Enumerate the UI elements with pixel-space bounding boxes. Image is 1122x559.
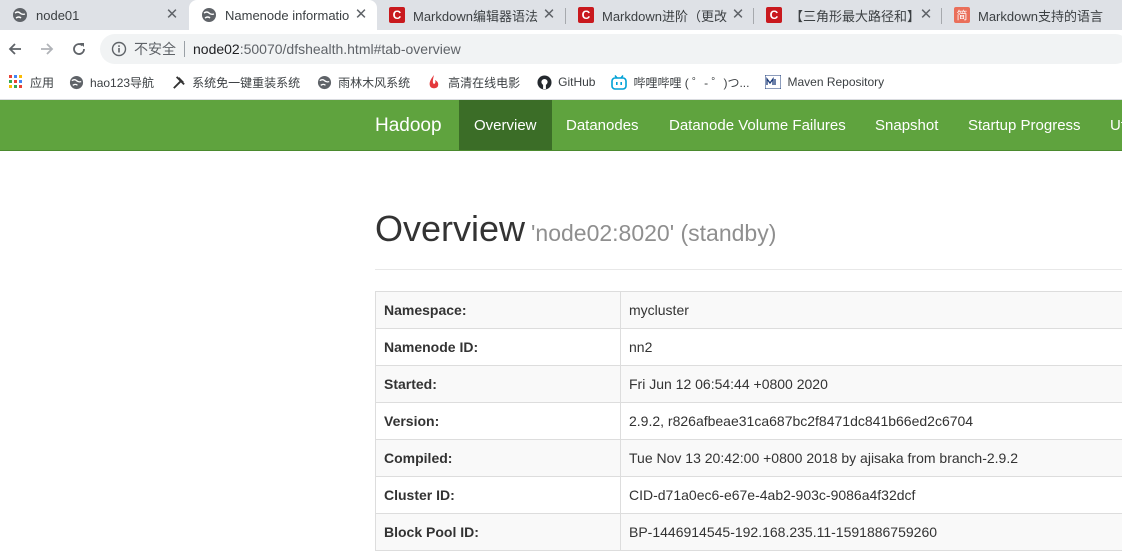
table-row: Block Pool ID: BP-1446914545-192.168.235.… bbox=[375, 513, 1122, 551]
address-bar[interactable]: 不安全 node02:50070/dfshealth.html#tab-over… bbox=[100, 34, 1122, 64]
url-path: :50070/dfshealth.html#tab-overview bbox=[239, 41, 461, 57]
bookmark-label: 哔哩哔哩 ( ゜- ゜)つ... bbox=[633, 75, 750, 90]
browser-toolbar: 不安全 node02:50070/dfshealth.html#tab-over… bbox=[0, 30, 1122, 68]
navbar-brand[interactable]: Hadoop bbox=[375, 100, 442, 150]
security-status: 不安全 bbox=[134, 41, 176, 57]
bookmark-bilibili[interactable]: 哔哩哔哩 ( ゜- ゜)つ... bbox=[611, 74, 749, 91]
overview-table: Namespace: mycluster Namenode ID: nn2 Star… bbox=[375, 291, 1122, 551]
row-key: Cluster ID: bbox=[375, 476, 621, 514]
browser-tab-markdown-advanced[interactable]: C Markdown进阶（更改 ✕ bbox=[566, 0, 754, 30]
nav-overview[interactable]: Overview bbox=[459, 100, 552, 150]
github-icon bbox=[536, 74, 552, 90]
url-host: node02 bbox=[193, 41, 240, 57]
close-icon[interactable]: ✕ bbox=[353, 7, 369, 23]
tab-title: node01 bbox=[36, 7, 80, 23]
tool-icon bbox=[170, 74, 186, 90]
browser-tab-markdown-syntax[interactable]: C Markdown编辑器语法 ✕ bbox=[377, 0, 565, 30]
row-value: Tue Nov 13 20:42:00 +0800 2018 by ajisak… bbox=[620, 439, 1122, 477]
row-value: mycluster bbox=[620, 291, 1122, 329]
close-icon[interactable]: ✕ bbox=[918, 7, 934, 23]
row-key: Started: bbox=[375, 365, 621, 403]
nav-datanode-volume-failures[interactable]: Datanode Volume Failures bbox=[654, 100, 861, 150]
bookmark-github[interactable]: GitHub bbox=[536, 74, 595, 90]
bookmark-label: 高清在线电影 bbox=[448, 75, 521, 90]
bookmark-label: hao123导航 bbox=[90, 75, 155, 90]
table-row: Namespace: mycluster bbox=[375, 291, 1122, 329]
row-value: Fri Jun 12 06:54:44 +0800 2020 bbox=[620, 365, 1122, 403]
overview-subtitle: 'node02:8020' (standby) bbox=[531, 220, 777, 246]
table-row: Started: Fri Jun 12 06:54:44 +0800 2020 bbox=[375, 365, 1122, 403]
bookmark-label: Maven Repository bbox=[787, 75, 885, 89]
table-row: Namenode ID: nn2 bbox=[375, 328, 1122, 366]
bookmarks-bar: 应用 hao123导航 系统免一键重装系统 雨林木风系统 高清在线电影 GitH… bbox=[0, 68, 1122, 96]
bookmark-hao123[interactable]: hao123导航 bbox=[68, 74, 154, 91]
globe-icon bbox=[68, 74, 84, 90]
row-key: Namenode ID: bbox=[375, 328, 621, 366]
tab-title: Namenode informatio bbox=[225, 7, 350, 23]
table-row: Version: 2.9.2, r826afbeae31ca687bc2f8471… bbox=[375, 402, 1122, 440]
close-icon[interactable]: ✕ bbox=[541, 7, 557, 23]
bookmark-label: 应用 bbox=[30, 75, 55, 90]
bookmark-reinstall-system[interactable]: 系统免一键重装系统 bbox=[170, 74, 300, 91]
maven-icon bbox=[765, 74, 782, 90]
browser-tab-markdown-languages[interactable]: 简 Markdown支持的语言 bbox=[942, 0, 1122, 30]
browser-tab-node01[interactable]: node01 ✕ bbox=[0, 0, 188, 30]
row-value: nn2 bbox=[620, 328, 1122, 366]
bookmark-label: GitHub bbox=[558, 75, 596, 89]
bookmark-label: 系统免一键重装系统 bbox=[192, 75, 301, 90]
row-value: CID-d71a0ec6-e67e-4ab2-903c-9086a4f32dcf bbox=[620, 476, 1122, 514]
row-key: Namespace: bbox=[375, 291, 621, 329]
row-key: Compiled: bbox=[375, 439, 621, 477]
browser-tab-triangle-path[interactable]: C 【三角形最大路径和】 ✕ bbox=[754, 0, 942, 30]
jianshu-icon: 简 bbox=[954, 7, 970, 23]
row-value: BP-1446914545-192.168.235.11-15918867592… bbox=[620, 513, 1122, 551]
tab-title: Markdown编辑器语法 bbox=[413, 8, 538, 24]
back-arrow-icon[interactable] bbox=[3, 37, 27, 61]
bookmark-ylmf[interactable]: 雨林木风系统 bbox=[316, 74, 410, 91]
nav-utilities[interactable]: Ut bbox=[1095, 100, 1122, 150]
close-icon[interactable]: ✕ bbox=[730, 7, 746, 23]
browser-tab-namenode-information[interactable]: Namenode informatio ✕ bbox=[189, 0, 377, 30]
table-row: Cluster ID: CID-d71a0ec6-e67e-4ab2-903c-9… bbox=[375, 476, 1122, 514]
close-icon[interactable]: ✕ bbox=[164, 7, 180, 23]
divider bbox=[375, 269, 1122, 270]
bookmark-hd-movies[interactable]: 高清在线电影 bbox=[426, 74, 520, 91]
apps-grid-icon bbox=[8, 74, 24, 90]
divider bbox=[184, 41, 185, 57]
globe-icon bbox=[316, 74, 332, 90]
globe-icon bbox=[12, 7, 28, 23]
info-circle-icon[interactable] bbox=[111, 41, 127, 57]
tab-title: Markdown支持的语言 bbox=[978, 8, 1103, 24]
nav-startup-progress[interactable]: Startup Progress bbox=[953, 100, 1096, 150]
nav-snapshot[interactable]: Snapshot bbox=[860, 100, 953, 150]
csdn-c-icon: C bbox=[578, 7, 594, 23]
flame-icon bbox=[426, 74, 442, 90]
row-key: Block Pool ID: bbox=[375, 513, 621, 551]
csdn-c-icon: C bbox=[389, 7, 405, 23]
globe-icon bbox=[201, 7, 217, 23]
overview-title: Overview bbox=[375, 208, 526, 249]
tab-title: 【三角形最大路径和】 bbox=[790, 8, 918, 24]
browser-tab-strip: node01 ✕ Namenode informatio ✕ C Markdow… bbox=[0, 0, 1122, 30]
tab-title: Markdown进阶（更改 bbox=[602, 8, 727, 24]
page-title: Overview'node02:8020' (standby) bbox=[375, 208, 776, 250]
row-value: 2.9.2, r826afbeae31ca687bc2f8471dc841b66… bbox=[620, 402, 1122, 440]
nav-datanodes[interactable]: Datanodes bbox=[551, 100, 654, 150]
bookmark-apps[interactable]: 应用 bbox=[8, 74, 54, 91]
hadoop-navbar: Hadoop Overview Datanodes Datanode Volum… bbox=[0, 100, 1122, 151]
table-row: Compiled: Tue Nov 13 20:42:00 +0800 2018 … bbox=[375, 439, 1122, 477]
bilibili-icon bbox=[611, 74, 628, 90]
forward-arrow-icon[interactable] bbox=[35, 37, 59, 61]
reload-icon[interactable] bbox=[67, 37, 91, 61]
bookmark-maven[interactable]: Maven Repository bbox=[765, 74, 884, 90]
row-key: Version: bbox=[375, 402, 621, 440]
bookmark-label: 雨林木风系统 bbox=[338, 75, 411, 90]
csdn-c-icon: C bbox=[766, 7, 782, 23]
